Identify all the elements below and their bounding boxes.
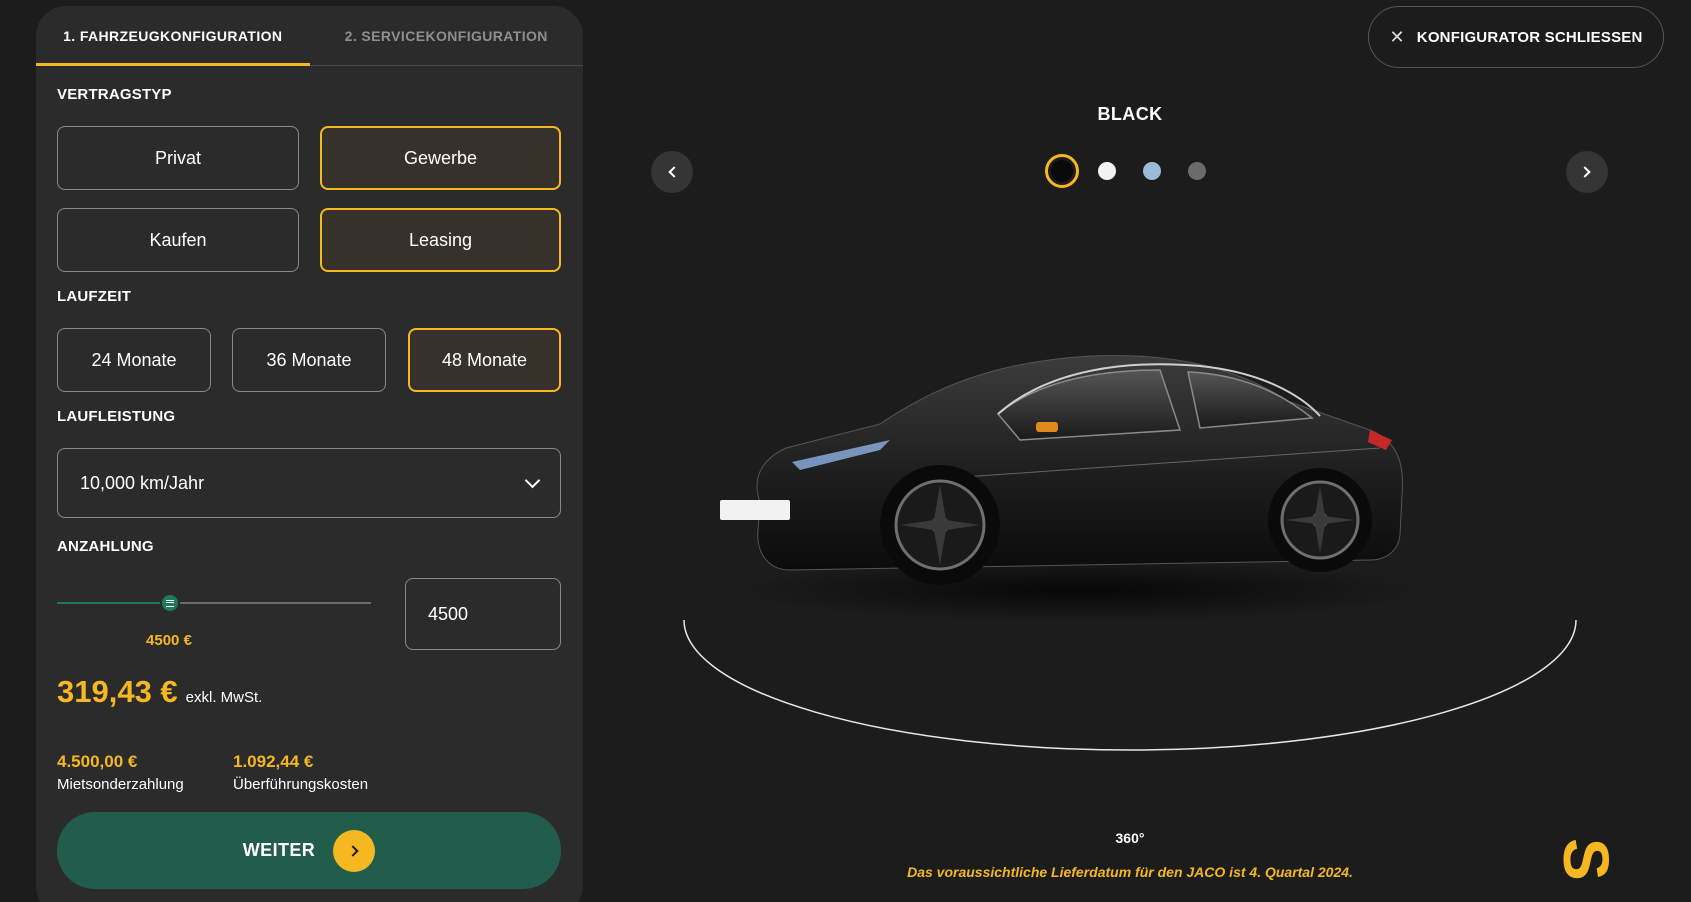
selected-color-name: BLACK	[1097, 104, 1163, 124]
config-tabs: 1. FAHRZEUGKONFIGURATION 2. SERVICEKONFI…	[36, 6, 583, 66]
chevron-left-icon	[668, 166, 680, 178]
color-swatch-white[interactable]	[1098, 162, 1116, 180]
mileage-select[interactable]: 10,000 km/Jahr	[57, 448, 561, 518]
grip-icon	[166, 599, 175, 607]
color-swatch-gray[interactable]	[1188, 162, 1206, 180]
special-payment-label: Mietsonderzahlung	[57, 776, 184, 793]
special-payment-value: 4.500,00 €	[57, 752, 138, 771]
option-48-months[interactable]: 48 Monate	[408, 328, 561, 392]
mileage-label: LAUFLEISTUNG	[57, 408, 176, 425]
slider-value-label: 4500 €	[146, 632, 192, 649]
next-button[interactable]: WEITER	[57, 812, 561, 889]
configuration-panel: 1. FAHRZEUGKONFIGURATION 2. SERVICEKONFI…	[36, 6, 583, 902]
slider-fill	[57, 602, 171, 604]
chevron-right-icon	[1579, 166, 1591, 178]
price-vat-note: exkl. MwSt.	[185, 689, 263, 706]
delivery-note: Das voraussichtliche Lieferdatum für den…	[907, 864, 1353, 880]
tab-service-configuration[interactable]: 2. SERVICEKONFIGURATION	[310, 6, 584, 65]
transfer-cost-value: 1.092,44 €	[233, 752, 314, 771]
option-leasing[interactable]: Leasing	[320, 208, 561, 272]
close-configurator-button[interactable]: ✕ KONFIGURATOR SCHLIESSEN	[1368, 6, 1664, 68]
special-payment-info: 4.500,00 € Mietsonderzahlung	[57, 752, 184, 793]
option-buy[interactable]: Kaufen	[57, 208, 299, 272]
contract-type-label: VERTRAGSTYP	[57, 86, 172, 103]
next-button-label: WEITER	[242, 840, 316, 860]
color-swatch-light-blue[interactable]	[1143, 162, 1161, 180]
brand-logo-partial: S	[1550, 838, 1622, 881]
down-payment-input[interactable]	[405, 578, 561, 650]
tab-vehicle-configuration[interactable]: 1. FAHRZEUGKONFIGURATION	[36, 6, 310, 66]
down-payment-label: ANZAHLUNG	[57, 538, 154, 555]
down-payment-slider[interactable]	[57, 593, 371, 613]
price-value: 319,43 €	[57, 674, 178, 709]
transfer-cost-info: 1.092,44 € Überführungskosten	[233, 752, 368, 793]
mileage-value: 10,000 km/Jahr	[80, 472, 205, 493]
option-private[interactable]: Privat	[57, 126, 299, 190]
close-configurator-label: KONFIGURATOR SCHLIESSEN	[1416, 28, 1643, 46]
previous-color-button[interactable]	[651, 151, 693, 193]
option-24-months[interactable]: 24 Monate	[57, 328, 211, 392]
option-business[interactable]: Gewerbe	[320, 126, 561, 190]
duration-label: LAUFZEIT	[57, 288, 132, 305]
color-swatch-black[interactable]	[1045, 154, 1079, 188]
slider-handle[interactable]	[160, 593, 181, 613]
car-viewer-stage[interactable]	[680, 330, 1600, 775]
rotation-label: 360°	[1115, 830, 1145, 846]
transfer-cost-label: Überführungskosten	[233, 776, 369, 793]
car-image	[683, 354, 1577, 751]
arrow-right-icon	[333, 829, 376, 872]
chevron-down-icon	[524, 472, 541, 488]
close-icon: ✕	[1389, 27, 1405, 47]
monthly-price: 319,43 € exkl. MwSt.	[57, 674, 262, 710]
option-36-months[interactable]: 36 Monate	[232, 328, 386, 392]
next-color-button[interactable]	[1566, 151, 1608, 193]
